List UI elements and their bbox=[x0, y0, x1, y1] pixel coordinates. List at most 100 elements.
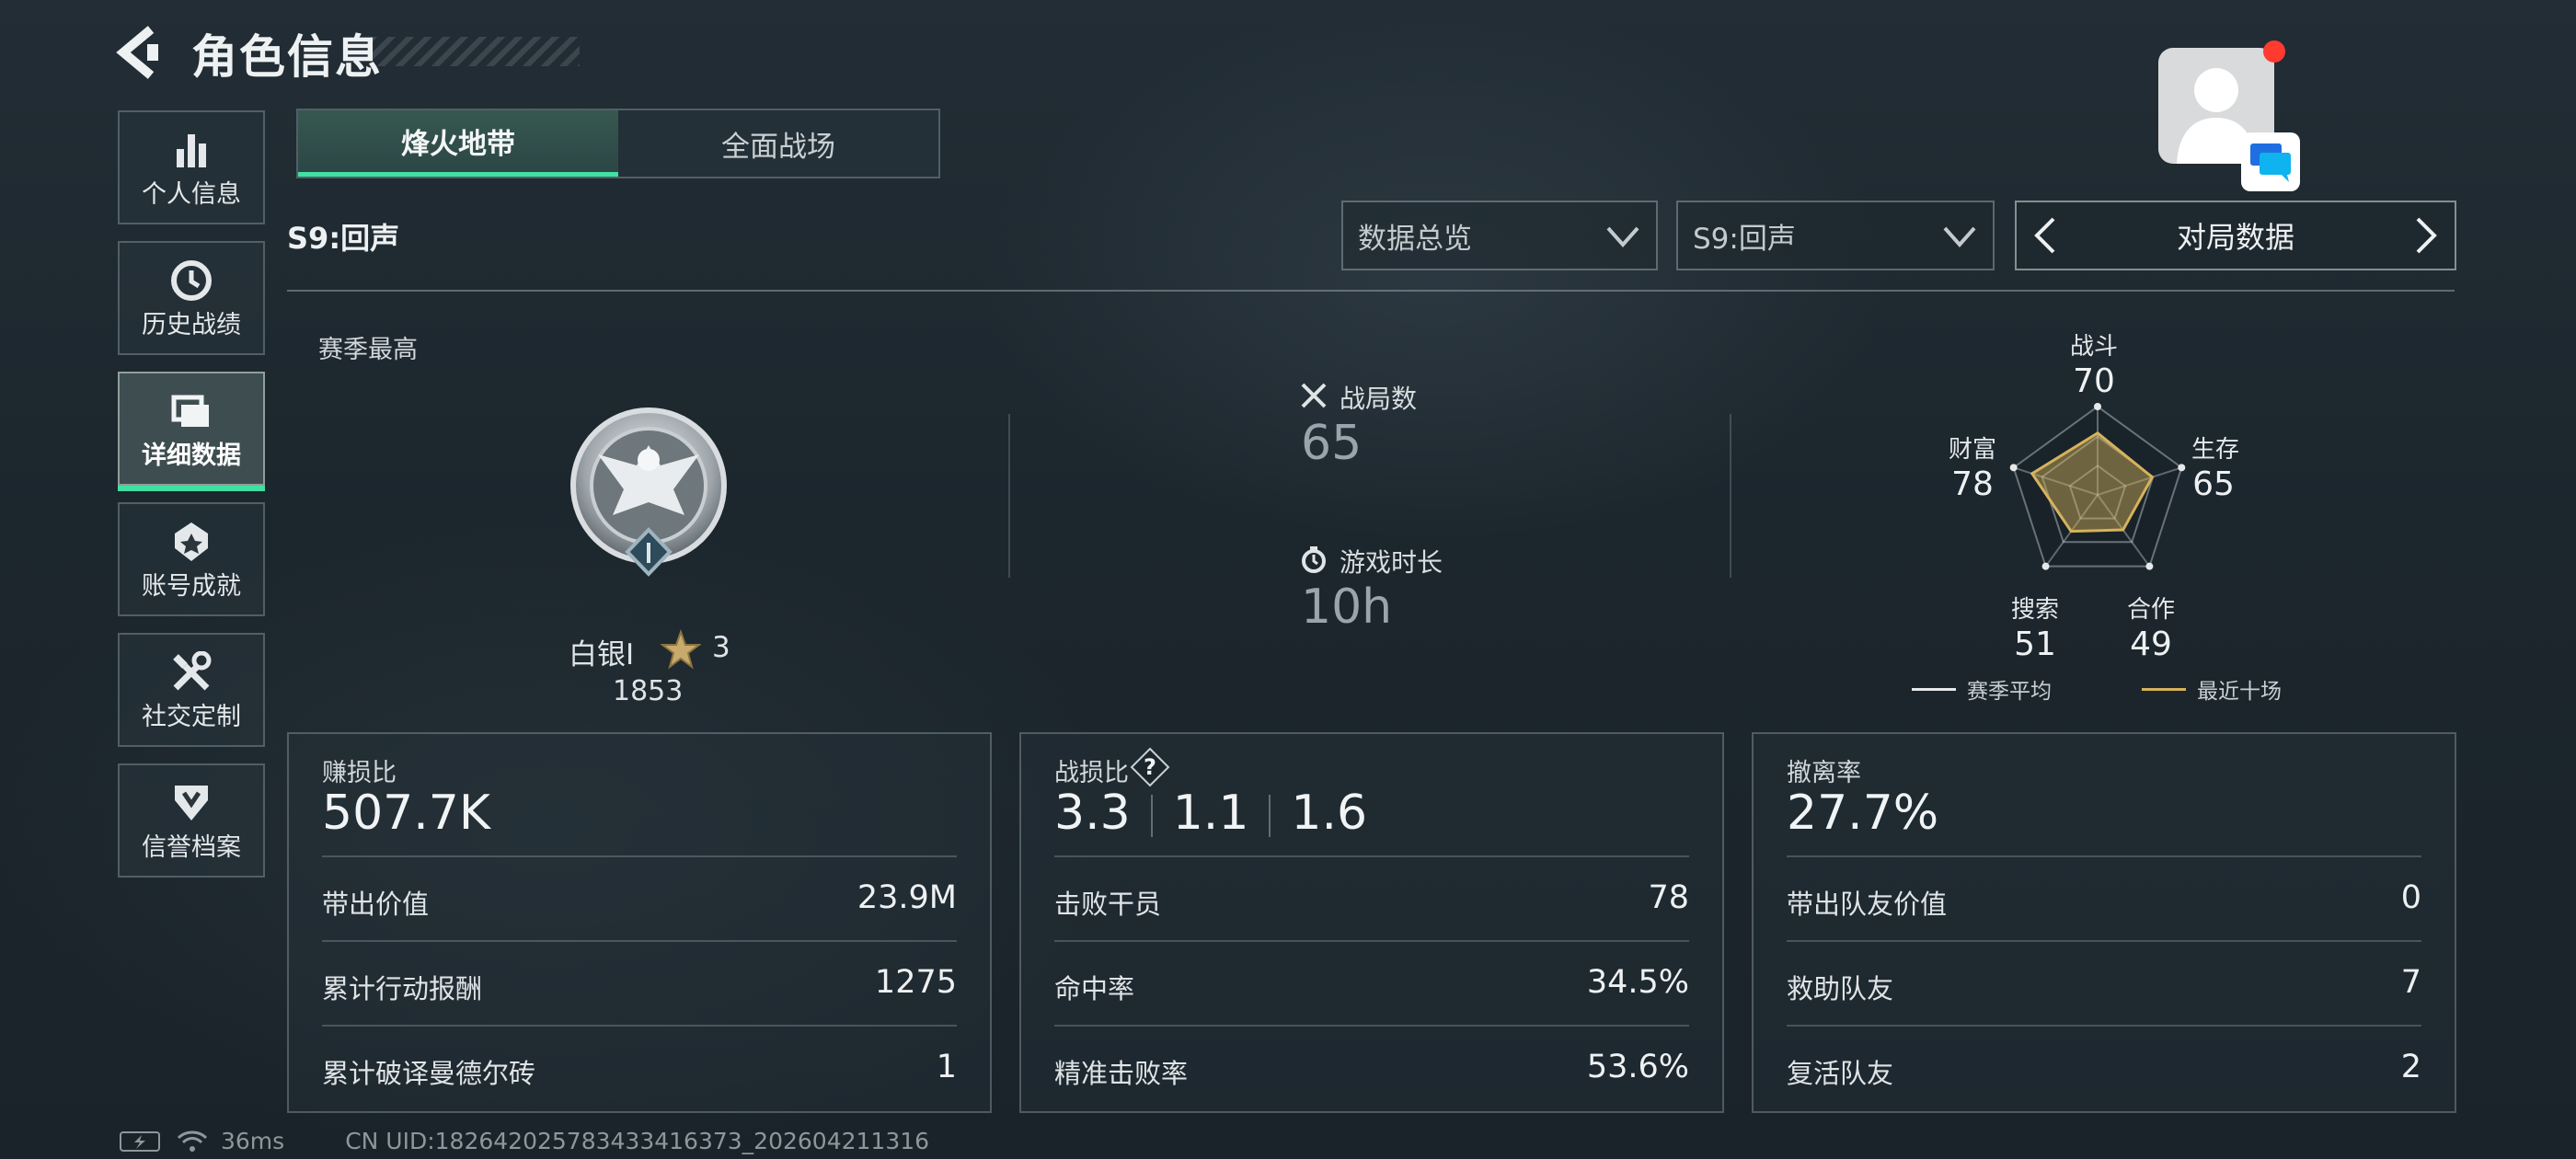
matches-label: 战局数 bbox=[1340, 384, 1418, 414]
kd-values: 3.3 1.1 1.6 bbox=[1054, 786, 1367, 841]
stat-value: 34.5% bbox=[1586, 964, 1689, 1001]
wifi-icon bbox=[177, 1130, 208, 1152]
status-footer: 36ms CN UID:1826420257834334163​73_20260… bbox=[120, 1128, 929, 1154]
legend-avg-label: 赛季平均 bbox=[1967, 680, 2052, 704]
notification-dot bbox=[2263, 40, 2285, 63]
stat-row: 救助队友 7 bbox=[1787, 940, 2421, 1027]
kd-panel: 战损比 ? 3.3 1.1 1.6 击败干员 78 命中率 34.5% 精准击败率 … bbox=[1019, 732, 1724, 1113]
svg-text:?: ? bbox=[1144, 754, 1156, 780]
stat-row: 累计破译曼德尔砖 1 bbox=[322, 1025, 957, 1111]
battery-icon bbox=[120, 1130, 160, 1152]
stat-value: 53.6% bbox=[1586, 1049, 1689, 1085]
history-clock-icon bbox=[171, 260, 212, 301]
crossed-swords-icon bbox=[1301, 383, 1327, 408]
season-dropdown-value: S9:回声 bbox=[1693, 222, 1796, 256]
stat-label: 累计破译曼德尔砖 bbox=[322, 1058, 536, 1089]
radar-vertex bbox=[2041, 562, 2050, 570]
back-arrow-icon bbox=[116, 26, 158, 79]
divider bbox=[1730, 414, 1731, 578]
radar-label-combat: 战斗 bbox=[2069, 333, 2118, 361]
divider bbox=[287, 290, 2455, 292]
kd-value: 3.3 bbox=[1054, 786, 1131, 841]
sidebar-item-label: 个人信息 bbox=[142, 180, 241, 209]
rank-star-count: 3 bbox=[712, 631, 730, 664]
stat-label: 精准击败率 bbox=[1054, 1058, 1189, 1089]
radar-value-wealth: 78 bbox=[1951, 465, 1994, 503]
radar-value-search: 51 bbox=[2014, 625, 2056, 663]
stat-value: 2 bbox=[2400, 1049, 2421, 1085]
rank-name: 白银I bbox=[569, 638, 635, 671]
help-icon[interactable]: ? bbox=[1130, 747, 1170, 787]
season-best-label: 赛季最高 bbox=[318, 336, 418, 364]
playtime-label: 游戏时长 bbox=[1340, 547, 1443, 578]
stat-row: 击败干员 78 bbox=[1054, 855, 1689, 942]
chevron-left-icon[interactable] bbox=[2026, 215, 2066, 256]
stat-value: 23.9M bbox=[857, 879, 957, 916]
tab-full-battlefield[interactable]: 全面战场 bbox=[618, 110, 938, 177]
back-button[interactable] bbox=[114, 24, 169, 81]
sidebar-item-label: 历史战绩 bbox=[142, 311, 241, 339]
extract-title: 撤离率 bbox=[1787, 759, 1861, 787]
sidebar-item-history[interactable]: 历史战绩 bbox=[118, 241, 265, 355]
mode-dropdown-value: 数据总览 bbox=[1358, 222, 1472, 256]
legend-avg-swatch bbox=[1912, 688, 1956, 691]
radar-value-combat: 70 bbox=[2073, 362, 2115, 400]
chevron-down-icon bbox=[1943, 226, 1976, 248]
profit-value: 507.7K bbox=[322, 786, 490, 841]
season-label: S9:回声 bbox=[287, 221, 400, 256]
stat-label: 救助队友 bbox=[1787, 973, 1894, 1004]
chat-button[interactable] bbox=[2241, 132, 2300, 191]
stat-value: 78 bbox=[1648, 879, 1689, 916]
sidebar-item-label: 详细数据 bbox=[142, 442, 241, 470]
radar-label-wealth: 财富 bbox=[1948, 436, 1996, 464]
rank-medal-icon bbox=[570, 407, 727, 577]
kd-title: 战损比 bbox=[1054, 759, 1129, 787]
matches-value: 65 bbox=[1301, 416, 1363, 471]
playtime-value: 10h bbox=[1301, 580, 1393, 635]
sidebar-item-label: 信誉档案 bbox=[142, 833, 241, 862]
stat-label: 复活队友 bbox=[1787, 1058, 1894, 1089]
credit-shield-icon bbox=[175, 786, 208, 820]
divider bbox=[1008, 414, 1010, 578]
stat-label: 击败干员 bbox=[1054, 889, 1162, 920]
kd-value: 1.1 bbox=[1172, 786, 1249, 841]
sidebar-item-social[interactable]: 社交定制 bbox=[118, 633, 265, 747]
sidebar-item-personal-info[interactable]: 个人信息 bbox=[118, 110, 265, 224]
season-dropdown[interactable]: S9:回声 bbox=[1676, 201, 1995, 270]
sidebar-item-achievements[interactable]: 账号成就 bbox=[118, 502, 265, 616]
mode-dropdown[interactable]: 数据总览 bbox=[1341, 201, 1658, 270]
chevron-right-icon[interactable] bbox=[2405, 215, 2445, 256]
radar-label-cooperation: 合作 bbox=[2126, 596, 2175, 624]
stat-row: 复活队友 2 bbox=[1787, 1025, 2421, 1111]
achievement-badge-icon bbox=[175, 522, 208, 561]
stopwatch-icon bbox=[1302, 546, 1326, 573]
extract-panel: 撤离率 27.7% 带出队友价值 0 救助队友 7 复活队友 2 bbox=[1752, 732, 2456, 1113]
radar-label-search: 搜索 bbox=[2010, 596, 2059, 624]
sidebar-item-credit[interactable]: 信誉档案 bbox=[118, 763, 265, 878]
page-title: 角色信息 bbox=[191, 30, 383, 84]
radar-label-survival: 生存 bbox=[2191, 436, 2239, 464]
legend-recent-swatch bbox=[2142, 688, 2186, 691]
extract-value: 27.7% bbox=[1787, 786, 1939, 841]
star-icon bbox=[661, 629, 701, 670]
tab-hazard-zone[interactable]: 烽火地带 bbox=[298, 110, 618, 177]
mode-tabs: 烽火地带 全面战场 bbox=[296, 109, 940, 178]
stat-row: 带出队友价值 0 bbox=[1787, 855, 2421, 942]
stat-value: 7 bbox=[2400, 964, 2421, 1001]
stat-value: 1275 bbox=[874, 964, 957, 1001]
sidebar-item-detail-data[interactable]: 详细数据 bbox=[118, 372, 265, 491]
stat-row: 累计行动报酬 1275 bbox=[322, 940, 957, 1027]
active-indicator bbox=[118, 486, 265, 491]
pager-label: 对局数据 bbox=[2176, 220, 2294, 255]
kd-value: 1.6 bbox=[1291, 786, 1368, 841]
ping-value: 36ms bbox=[221, 1128, 285, 1154]
profit-title: 赚损比 bbox=[322, 759, 397, 787]
sidebar-item-label: 社交定制 bbox=[142, 703, 241, 731]
stat-row: 带出价值 23.9M bbox=[322, 855, 957, 942]
stat-label: 带出队友价值 bbox=[1787, 889, 1948, 920]
title-decoration bbox=[370, 37, 580, 66]
uid-text: CN UID:1826420257834334163​73_2026042113… bbox=[345, 1128, 930, 1154]
chat-bubble-icon bbox=[2250, 143, 2291, 182]
radar-vertex bbox=[2145, 562, 2154, 570]
rank-score: 1853 bbox=[613, 675, 684, 707]
